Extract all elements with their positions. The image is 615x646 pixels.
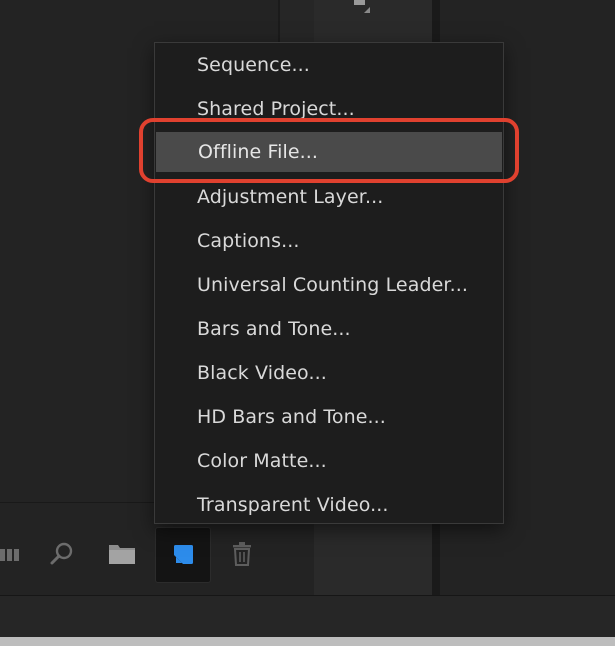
menu-item-captions[interactable]: Captions... (155, 222, 503, 260)
window-bottom-edge (0, 637, 615, 646)
menu-item-transparent-video[interactable]: Transparent Video... (155, 486, 503, 524)
status-bar (0, 595, 615, 638)
search-icon[interactable] (46, 538, 78, 570)
trash-icon[interactable] (226, 538, 258, 570)
new-item-icon (174, 545, 193, 565)
new-item-button[interactable] (155, 527, 211, 583)
menu-item-shared-project[interactable]: Shared Project... (155, 90, 503, 128)
menu-item-adjustment-layer[interactable]: Adjustment Layer... (155, 178, 503, 216)
menu-item-bars-and-tone[interactable]: Bars and Tone... (155, 310, 503, 348)
folder-icon[interactable] (104, 538, 140, 570)
menu-item-hd-bars-and-tone[interactable]: HD Bars and Tone... (155, 398, 503, 436)
list-view-icon[interactable] (0, 540, 22, 570)
panel-resize-grip-icon[interactable] (350, 0, 370, 14)
new-item-menu: Sequence... Shared Project... Offline Fi… (154, 42, 504, 524)
menu-item-black-video[interactable]: Black Video... (155, 354, 503, 392)
menu-item-offline-file[interactable]: Offline File... (156, 132, 502, 172)
menu-item-sequence[interactable]: Sequence... (155, 46, 503, 84)
menu-item-universal-counting-leader[interactable]: Universal Counting Leader... (155, 266, 503, 304)
menu-item-color-matte[interactable]: Color Matte... (155, 442, 503, 480)
